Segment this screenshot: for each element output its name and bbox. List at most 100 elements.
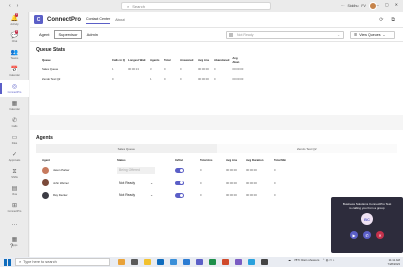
rail-item-connectpro[interactable]: ⊞ ConnectPro — [0, 199, 29, 216]
rail-icon: ▦ — [11, 236, 18, 243]
tab-about[interactable]: About — [115, 18, 124, 22]
table-cell: 00:00:13 — [128, 67, 139, 71]
rail-item-chat[interactable]: 💬 Chat 1 — [0, 29, 29, 46]
taskbar-app-icon[interactable] — [261, 259, 268, 265]
popout-icon[interactable]: ⧉ — [391, 17, 395, 23]
more-options-icon[interactable]: ··· — [341, 4, 345, 8]
in-out-toggle[interactable] — [175, 193, 184, 198]
in-out-toggle[interactable] — [175, 168, 184, 173]
taskbar-app-icon[interactable] — [235, 259, 242, 265]
agent-identity: Ray Decker — [42, 191, 117, 199]
table-row[interactable]: Zendo Test Q2 0 1 0 0 00:00:00 0 00:00:00 — [42, 74, 246, 84]
table-cell: 00:00:00 — [246, 193, 257, 198]
tab-supervisor[interactable]: Supervisor — [54, 30, 82, 39]
mail-icon[interactable] — [157, 259, 164, 265]
status-dropdown[interactable]: Not Ready ⌄ — [226, 31, 344, 39]
refresh-icon[interactable]: ⟳ — [379, 17, 383, 23]
in-out-toggle[interactable] — [175, 180, 184, 185]
chevron-down-icon: ⌄ — [382, 33, 386, 37]
agent-row[interactable]: Ray Decker Not Ready ⌄ 0 00:00:00 00:00:00 0 — [42, 189, 296, 202]
powerpoint-icon[interactable] — [222, 259, 229, 265]
agent-avatar — [42, 166, 49, 174]
excel-icon[interactable] — [209, 259, 216, 265]
rail-label: Calls — [11, 124, 18, 128]
rail-item-apps[interactable]: ▦ Apps — [0, 233, 29, 250]
column-header: Total Ans — [200, 157, 213, 162]
back-arrow-icon[interactable]: ‹ — [9, 3, 11, 9]
chevron-down-icon: ⌄ — [337, 33, 340, 37]
rail-item-viva[interactable]: ▤ Viva — [0, 182, 29, 199]
windows-start-icon[interactable] — [4, 258, 11, 266]
taskbar-search[interactable]: ⌕ Type here to search — [15, 258, 110, 266]
status-cell: Being Offered — [117, 164, 175, 177]
app-header: C ConnectPro Contact Center About ⟳ ⧉ — [30, 12, 403, 28]
close-icon[interactable]: ✕ — [395, 2, 398, 7]
column-header: Longest Wait — [128, 58, 146, 62]
status-square-icon — [229, 33, 233, 37]
table-cell: 0 — [112, 77, 114, 81]
help-icon[interactable]: ? — [10, 244, 13, 250]
forward-arrow-icon[interactable]: › — [17, 3, 19, 9]
rail-label: Calendar — [9, 73, 20, 77]
table-cell: 00:00:00 — [226, 193, 237, 198]
rail-item-shifts[interactable]: ⧖ Shifts — [0, 165, 29, 182]
taskbar: ⌕ Type here to search ☁ 78°F Rain shower… — [0, 257, 403, 267]
view-queues-button[interactable]: ☰ View Queues ⌄ — [350, 31, 395, 39]
table-cell: 3 — [150, 67, 152, 71]
minimize-icon[interactable]: – — [377, 2, 379, 7]
chevron-down-icon: ⌄ — [150, 180, 153, 185]
tab-agent[interactable]: Agent — [36, 31, 52, 38]
table-cell: 00:00:00 — [232, 77, 244, 81]
call-actions: ▶ ✆ ✕ — [331, 231, 403, 239]
maximize-icon[interactable]: ▢ — [385, 2, 389, 7]
taskbar-search-placeholder: Type here to search — [23, 260, 57, 264]
taskbar-app-icon[interactable] — [118, 259, 125, 265]
accept-video-icon[interactable]: ▶ — [350, 231, 358, 239]
rail-item-files[interactable]: ▭ Files — [0, 131, 29, 148]
tab-admin[interactable]: Admin — [84, 31, 101, 38]
agent-identity: Jason Parker — [42, 166, 117, 174]
rail-item-activity[interactable]: 🔔 Activity 1 — [0, 12, 29, 29]
user-area[interactable]: ··· Siddhu FV — [341, 2, 377, 10]
column-header: Avg Aban — [232, 56, 240, 64]
rail-label: Viva — [12, 192, 17, 196]
taskbar-app-icon[interactable] — [248, 259, 255, 265]
table-row[interactable]: Sales Queue 1 00:00:13 3 0 0 00:00:00 0 00:00:00 — [42, 64, 246, 74]
agent-cell: John Warner — [42, 177, 117, 190]
rail-item-calls[interactable]: ✆ Calls — [0, 114, 29, 131]
rail-item-approvals[interactable]: ✓ Approvals — [0, 148, 29, 165]
rail-item-teams[interactable]: 👥 Teams — [0, 46, 29, 63]
rail-label: Activity — [10, 22, 19, 26]
queue-tab-sales[interactable]: Sales Queue — [36, 144, 217, 153]
in-out-cell — [175, 189, 200, 202]
agent-row[interactable]: John Warner Not Ready ⌄ 0 00:00:00 00:00:00 0 — [42, 177, 296, 190]
accept-audio-icon[interactable]: ✆ — [363, 231, 371, 239]
column-header: Agent — [42, 157, 50, 162]
table-cell: 0 — [180, 67, 182, 71]
weather-icon[interactable]: ☁ — [288, 258, 291, 262]
clock[interactable]: 11:11 AM 7/28/2023 — [388, 258, 400, 266]
teams-icon[interactable] — [196, 259, 203, 265]
folder-icon[interactable] — [144, 259, 151, 265]
rail-icon: ◎ — [11, 83, 18, 90]
taskbar-app-icon[interactable] — [131, 259, 138, 265]
word-icon[interactable] — [183, 259, 190, 265]
edge-icon[interactable] — [170, 259, 177, 265]
network-icon[interactable]: ⌃ ◍ ▭ ♪ — [322, 258, 334, 262]
rail-item-connectpro[interactable]: ◎ ConnectPro — [0, 80, 29, 97]
table-cell: 1 — [150, 77, 152, 81]
rail-item-calendar[interactable]: 📅 Calendar — [0, 63, 29, 80]
tab-contact-center[interactable]: Contact Center — [86, 15, 111, 24]
column-header: Answered — [180, 58, 194, 62]
agent-row[interactable]: Jason Parker Being Offered 0 00:00:00 00:00:… — [42, 164, 296, 177]
decline-call-icon[interactable]: ✕ — [376, 231, 384, 239]
agent-status-dropdown[interactable]: Not Ready ⌄ — [117, 192, 155, 199]
table-cell: 0 — [200, 180, 202, 185]
global-search[interactable]: ⌕ Search — [121, 2, 271, 10]
queue-tab-zendo[interactable]: Zendo Test Q2 — [216, 144, 397, 153]
rail-item-calendar[interactable]: ▦ Calendar — [0, 97, 29, 114]
rail-icon: ✓ — [11, 151, 18, 158]
agent-status-dropdown[interactable]: Not Ready ⌄ — [117, 179, 155, 186]
view-queues-label: View Queues — [359, 33, 381, 37]
rail-item-more[interactable]: … — [0, 216, 29, 233]
